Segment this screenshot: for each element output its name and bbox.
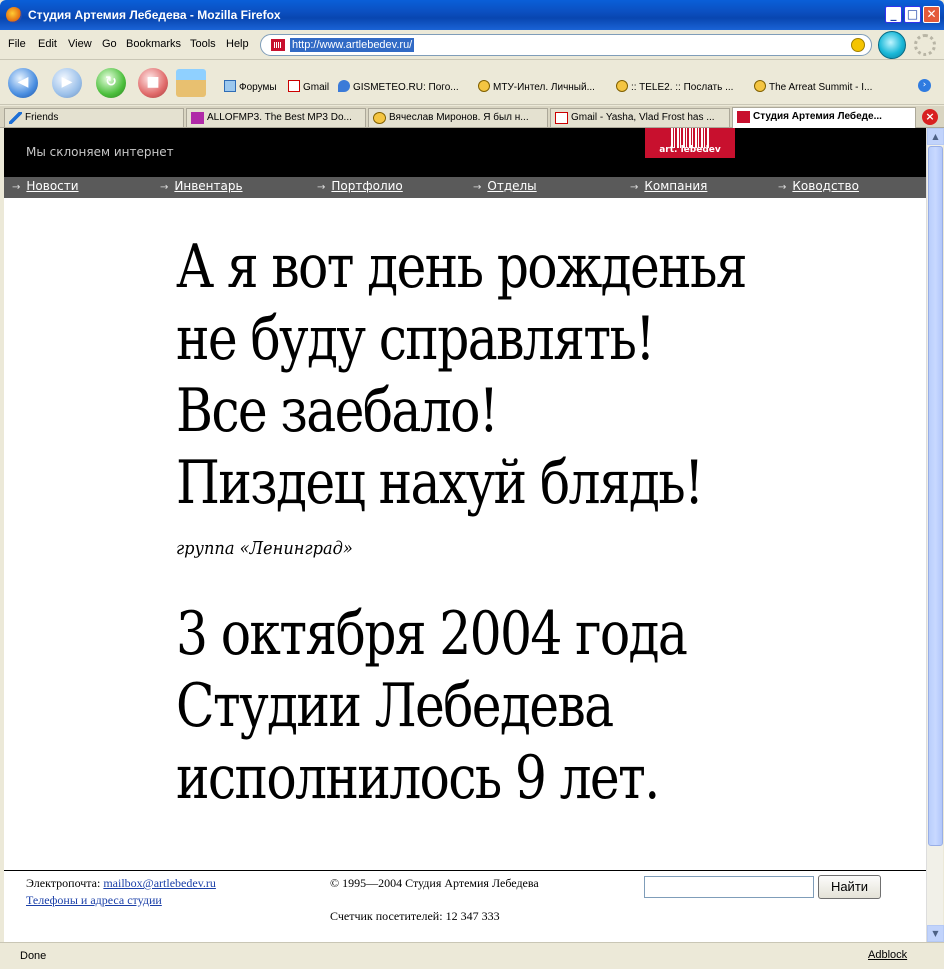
reload-button[interactable]: ↻: [96, 68, 126, 98]
home-button[interactable]: [176, 69, 206, 97]
minimize-button[interactable]: _: [885, 6, 902, 23]
email-link[interactable]: mailbox@artlebedev.ru: [103, 876, 216, 890]
quote-attribution: группа «Ленинград»: [176, 538, 353, 559]
status-bar: Done Adblock: [0, 942, 944, 969]
nav-portfolio[interactable]: → Портфолио: [317, 179, 403, 193]
tab-bar: Friends ALLOFMP3. The Best MP3 Do... Вяч…: [0, 106, 944, 128]
drop-icon: [338, 80, 350, 92]
lebedev-icon: [737, 111, 750, 123]
gmail-icon: [288, 80, 300, 92]
site-tagline: Мы склоняем интернет: [26, 145, 174, 159]
close-window-button[interactable]: ✕: [923, 6, 940, 23]
firefox-icon: [6, 7, 22, 23]
mp3-icon: [191, 112, 204, 124]
tab-gmail[interactable]: Gmail - Yasha, Vlad Frost has ...: [550, 108, 730, 127]
site-favicon-icon: [271, 39, 285, 51]
back-arrow-icon: ◀: [17, 74, 29, 90]
copyright: © 1995—2004 Студия Артемия Лебедева: [330, 876, 539, 890]
arrow-icon: →: [778, 182, 787, 193]
bookmark-tele2[interactable]: :: TELE2. :: Послать ...: [616, 80, 733, 93]
announcement-line: Студии Лебедева: [176, 671, 614, 741]
announcement-block: 3 октября 2004 года Студии Лебедева испо…: [176, 598, 783, 814]
forward-button[interactable]: ▶: [52, 68, 82, 98]
quote-line: Пиздец нахуй блядь!: [176, 448, 704, 518]
arrow-icon: →: [12, 182, 21, 193]
arrow-icon: →: [160, 182, 169, 193]
quote-block: А я вот день рожденья не буду справлять!…: [176, 231, 854, 519]
tab-mironov[interactable]: Вячеслав Миронов. Я был н...: [368, 108, 548, 127]
menu-tools[interactable]: Tools: [190, 38, 216, 50]
site-footer: Электропочта: mailbox@artlebedev.ru Теле…: [4, 870, 926, 942]
nav-inventory[interactable]: → Инвентарь: [160, 179, 243, 193]
quote-line: А я вот день рожденья: [176, 232, 748, 302]
nav-company[interactable]: → Компания: [630, 179, 707, 193]
logo-text: art. lebedev: [659, 145, 721, 155]
nav-news[interactable]: → Новости: [12, 179, 79, 193]
pin-icon: [754, 80, 766, 92]
scroll-thumb[interactable]: [928, 146, 943, 846]
menu-bookmarks[interactable]: Bookmarks: [126, 38, 181, 50]
bookmark-gismeteo[interactable]: GISMETEO.RU: Пого...: [338, 80, 459, 93]
throbber-icon: [914, 34, 936, 56]
stop-button[interactable]: ■: [138, 68, 168, 98]
pin-icon: [373, 112, 386, 124]
reload-icon: ↻: [105, 74, 117, 90]
stop-icon: ■: [146, 74, 160, 90]
announcement-line: исполнилось 9 лет.: [176, 743, 660, 813]
window-titlebar[interactable]: Студия Артемия Лебедева - Mozilla Firefo…: [0, 0, 944, 30]
folder-icon: [224, 80, 236, 92]
menu-help[interactable]: Help: [226, 38, 249, 50]
search-button[interactable]: Найти: [818, 875, 881, 899]
tab-friends[interactable]: Friends: [4, 108, 184, 127]
pin-icon: [616, 80, 628, 92]
menu-edit[interactable]: Edit: [38, 38, 57, 50]
search-input[interactable]: [644, 876, 814, 898]
go-button[interactable]: [878, 31, 906, 59]
site-header: Мы склоняем интернет art. lebedev: [4, 128, 926, 177]
arrow-icon: →: [473, 182, 482, 193]
more-bookmarks-icon[interactable]: ›: [918, 79, 931, 92]
quote-line: Все заебало!: [176, 376, 499, 446]
adblock-button[interactable]: Adblock: [868, 949, 907, 961]
visitor-counter: Счетчик посетителей: 12 347 333: [330, 909, 500, 923]
web-page: Мы склоняем интернет art. lebedev → Новос…: [4, 128, 926, 942]
tab-allofmp3[interactable]: ALLOFMP3. The Best MP3 Do...: [186, 108, 366, 127]
quote-line: не буду справлять!: [176, 304, 655, 374]
window-title: Студия Артемия Лебедева - Mozilla Firefo…: [28, 8, 281, 22]
pencil-icon: [9, 112, 22, 124]
menu-go[interactable]: Go: [102, 38, 117, 50]
contacts-link[interactable]: Телефоны и адреса студии: [26, 893, 162, 908]
bookmark-arreat[interactable]: The Arreat Summit - I...: [754, 80, 872, 93]
back-button[interactable]: ◀: [8, 68, 38, 98]
email-label: Электропочта: mailbox@artlebedev.ru: [26, 876, 216, 890]
pin-icon: [478, 80, 490, 92]
nav-kovodstvo[interactable]: → Ководство: [778, 179, 859, 193]
url-input[interactable]: http://www.artlebedev.ru/: [290, 38, 415, 52]
lebedev-logo[interactable]: art. lebedev: [645, 128, 735, 158]
bookmark-gmail[interactable]: Gmail: [288, 80, 329, 93]
address-bar[interactable]: http://www.artlebedev.ru/: [260, 34, 872, 56]
bookmark-mtu[interactable]: МТУ-Интел. Личный...: [478, 80, 595, 93]
site-nav: → Новости → Инвентарь → Портфолио → Отделы →…: [4, 177, 926, 198]
rss-icon[interactable]: [851, 38, 865, 52]
scroll-up-icon[interactable]: ▲: [927, 128, 944, 145]
arrow-icon: →: [630, 182, 639, 193]
menu-view[interactable]: View: [68, 38, 92, 50]
status-text: Done: [20, 950, 47, 962]
nav-departments[interactable]: → Отделы: [473, 179, 537, 193]
close-tab-icon[interactable]: ×: [922, 109, 938, 125]
forward-arrow-icon: ▶: [61, 74, 73, 90]
scroll-down-icon[interactable]: ▼: [927, 925, 944, 942]
tab-lebedev[interactable]: Студия Артемия Лебеде...: [732, 107, 916, 128]
announcement-line: 3 октября 2004 года: [176, 599, 688, 669]
arrow-icon: →: [317, 182, 326, 193]
bookmark-forums[interactable]: Форумы: [224, 80, 277, 93]
vertical-scrollbar[interactable]: ▲ ▼: [926, 128, 944, 942]
maximize-button[interactable]: □: [904, 6, 921, 23]
gmail-icon: [555, 112, 568, 124]
menu-file[interactable]: File: [8, 38, 26, 50]
